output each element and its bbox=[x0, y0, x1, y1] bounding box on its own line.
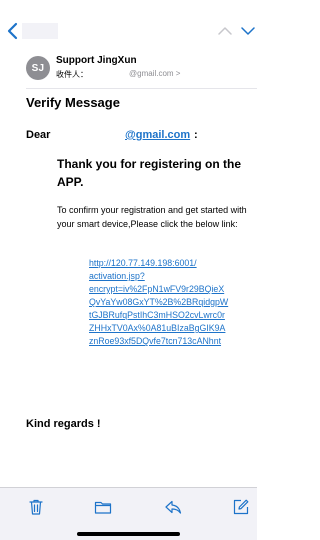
home-indicator[interactable] bbox=[77, 532, 180, 536]
reply-icon[interactable] bbox=[164, 498, 182, 516]
activation-link-line[interactable]: QvYaYw08GxYT%2B%2BRqidgpW bbox=[89, 296, 255, 309]
compose-icon[interactable] bbox=[232, 498, 250, 516]
thanks-heading: Thank you for registering on the APP. bbox=[57, 157, 242, 189]
chevron-up-icon[interactable] bbox=[217, 24, 233, 38]
chevron-down-icon[interactable] bbox=[240, 24, 256, 38]
top-nav-bar bbox=[0, 18, 257, 44]
back-label-redacted[interactable] bbox=[22, 23, 58, 39]
activation-link-line[interactable]: ZHHxTV0Ax%0A81uBIzaBgGIK9A bbox=[89, 322, 255, 335]
header-divider bbox=[26, 88, 257, 89]
avatar: SJ bbox=[26, 56, 50, 80]
to-label: 收件人： bbox=[56, 70, 88, 79]
recipient-email-link[interactable]: @gmail.com bbox=[125, 129, 190, 141]
activation-link-line[interactable]: tGJBRufqPstIhC3mHSO2cvLwrc0r bbox=[89, 309, 255, 322]
greeting-colon: : bbox=[194, 129, 198, 141]
to-address[interactable]: @gmail.com > bbox=[129, 69, 180, 78]
sender-header[interactable]: SJ Support JingXun 收件人： @gmail.com > bbox=[0, 55, 257, 86]
activation-link-line[interactable]: activation.jsp? bbox=[89, 270, 255, 283]
chevron-left-icon[interactable] bbox=[6, 21, 20, 41]
activation-link-line[interactable]: encrypt=iv%2FpN1wFV9r29BQieX bbox=[89, 283, 255, 296]
message-subject: Verify Message bbox=[26, 95, 120, 110]
activation-link[interactable]: http://120.77.149.198:6001/ activation.j… bbox=[89, 257, 255, 348]
trash-icon[interactable] bbox=[27, 498, 45, 516]
activation-link-line[interactable]: znRoe93xf5DQvfe7tcn713cANhnt bbox=[89, 335, 255, 348]
greeting-label: Dear bbox=[26, 129, 51, 141]
confirm-instructions: To confirm your registration and get sta… bbox=[57, 205, 247, 229]
sender-name: Support JingXun bbox=[56, 55, 137, 66]
closing-text: Kind regards ! bbox=[26, 418, 101, 430]
folder-icon[interactable] bbox=[94, 498, 112, 516]
activation-link-line[interactable]: http://120.77.149.198:6001/ bbox=[89, 257, 255, 270]
